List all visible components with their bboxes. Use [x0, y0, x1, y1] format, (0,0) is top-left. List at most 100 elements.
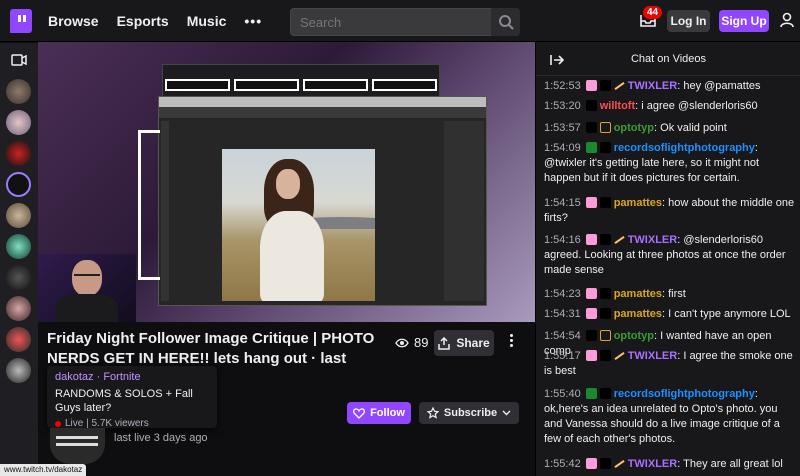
subscribe-button[interactable]: Subscribe	[419, 402, 519, 424]
chat-message: 1:54:31 pamattes: I can't type anymore LO…	[544, 307, 796, 322]
channel-avatar[interactable]	[50, 428, 105, 464]
view-count: 89	[395, 335, 428, 350]
share-button[interactable]: Share	[434, 330, 494, 356]
chat-username[interactable]: optotyp	[614, 330, 654, 342]
chat-timestamp[interactable]: 1:54:31	[544, 308, 581, 320]
star-icon	[426, 407, 439, 419]
drop-badge-icon[interactable]	[599, 288, 611, 299]
drop-badge-icon[interactable]	[599, 388, 611, 399]
user-menu-button[interactable]	[780, 12, 794, 33]
heart-badge-icon[interactable]	[585, 234, 597, 245]
more-menu-icon[interactable]: •••	[244, 13, 262, 29]
signup-button[interactable]: Sign Up	[719, 10, 769, 32]
more-options-icon[interactable]	[510, 334, 514, 349]
chat-timestamp[interactable]: 1:55:40	[544, 388, 581, 400]
popup-channel-name[interactable]: dakotaz	[55, 371, 94, 383]
nav-music[interactable]: Music	[187, 13, 227, 29]
popup-game[interactable]: Fortnite	[103, 371, 140, 383]
sub-badge-icon[interactable]	[599, 122, 611, 133]
chat-message: 1:55:42 TWIXLER: They are all great lol	[544, 457, 796, 472]
chat-title: Chat on Videos	[630, 53, 707, 65]
chat-username[interactable]: pamattes	[614, 197, 662, 209]
share-label: Share	[456, 336, 490, 350]
green-badge-icon[interactable]	[585, 388, 597, 399]
green-badge-icon[interactable]	[585, 142, 597, 153]
channel-avatar-5[interactable]	[6, 203, 31, 228]
live-channel-tooltip[interactable]: dakotaz · Fortnite RANDOMS & SOLOS + Fal…	[47, 366, 217, 429]
search-button[interactable]	[491, 8, 520, 36]
streamer-webcam	[38, 254, 136, 322]
chat-username[interactable]: pamattes	[614, 308, 662, 320]
video-player[interactable]	[38, 42, 535, 322]
heart-badge-icon[interactable]	[585, 80, 597, 91]
chat-message: 1:54:09 recordsoflightphotography: @twixl…	[544, 141, 796, 186]
wand-badge-icon[interactable]	[614, 234, 625, 245]
chat-timestamp[interactable]: 1:54:15	[544, 197, 581, 209]
channel-avatar-4[interactable]	[6, 172, 31, 197]
chat-timestamp[interactable]: 1:54:54	[544, 330, 581, 342]
nav-browse[interactable]: Browse	[48, 13, 99, 29]
chat-timestamp[interactable]: 1:52:53	[544, 80, 581, 92]
chat-message-text: I can't type anymore LOL	[668, 308, 791, 320]
channel-avatar-1[interactable]	[6, 79, 31, 104]
login-button[interactable]: Log In	[667, 10, 710, 32]
drop-badge-icon[interactable]	[599, 350, 611, 361]
chat-username[interactable]: recordsoflightphotography	[614, 388, 755, 400]
chat-username[interactable]: TWIXLER	[628, 458, 678, 470]
chat-timestamp[interactable]: 1:54:16	[544, 234, 581, 246]
chat-timestamp[interactable]: 1:53:57	[544, 122, 581, 134]
chat-message-text: first	[668, 288, 686, 300]
collapse-chat-button[interactable]	[550, 53, 565, 71]
sub-badge-icon[interactable]	[599, 330, 611, 341]
chat-username[interactable]: TWIXLER	[628, 234, 678, 246]
drop-badge-icon[interactable]	[599, 80, 611, 91]
wand-badge-icon[interactable]	[614, 350, 625, 361]
chat-username[interactable]: optotyp	[614, 122, 654, 134]
chat-username[interactable]: recordsoflightphotography	[614, 142, 755, 154]
drop-badge-icon[interactable]	[599, 142, 611, 153]
follow-button[interactable]: Follow	[347, 402, 411, 424]
channel-avatar-2[interactable]	[6, 110, 31, 135]
chat-message-text: ok,here's an idea unrelated to Opto's ph…	[544, 403, 780, 445]
channel-avatar-10[interactable]	[6, 358, 31, 383]
drop-badge-icon[interactable]	[585, 330, 597, 341]
drop-badge-icon[interactable]	[599, 308, 611, 319]
heart-badge-icon[interactable]	[585, 350, 597, 361]
chat-username[interactable]: pamattes	[614, 288, 662, 300]
wand-badge-icon[interactable]	[614, 80, 625, 91]
last-live-text: last live 3 days ago	[114, 432, 208, 444]
chat-timestamp[interactable]: 1:55:42	[544, 458, 581, 470]
channel-avatar-3[interactable]	[6, 141, 31, 166]
channel-avatar-9[interactable]	[6, 327, 31, 352]
channel-avatar-6[interactable]	[6, 234, 31, 259]
chat-username[interactable]: TWIXLER	[628, 80, 678, 92]
channel-avatar-7[interactable]	[6, 265, 31, 290]
chat-timestamp[interactable]: 1:54:23	[544, 288, 581, 300]
twitch-logo-icon[interactable]	[10, 8, 32, 33]
drop-badge-icon[interactable]	[599, 458, 611, 469]
chat-timestamp[interactable]: 1:53:20	[544, 100, 581, 112]
drop-badge-icon[interactable]	[585, 100, 597, 111]
chat-message-text: hey @pamattes	[683, 80, 761, 92]
drop-badge-icon[interactable]	[599, 197, 611, 208]
heart-badge-icon[interactable]	[585, 197, 597, 208]
chat-timestamp[interactable]: 1:54:09	[544, 142, 581, 154]
wand-badge-icon[interactable]	[614, 458, 625, 469]
nav-esports[interactable]: Esports	[117, 13, 169, 29]
chat-timestamp[interactable]: 1:55:17	[544, 350, 581, 362]
drop-badge-icon[interactable]	[585, 122, 597, 133]
heart-badge-icon[interactable]	[585, 288, 597, 299]
chat-message: 1:53:57 optotyp: Ok valid point	[544, 121, 796, 136]
heart-badge-icon[interactable]	[585, 308, 597, 319]
notification-badge: 44	[643, 6, 663, 19]
followed-channels-button[interactable]	[11, 53, 27, 71]
critique-photo	[222, 149, 375, 301]
drop-badge-icon[interactable]	[599, 234, 611, 245]
search-input[interactable]	[290, 8, 491, 36]
chat-username[interactable]: TWIXLER	[628, 350, 678, 362]
chat-message-text: @twixler it's getting late here, so it m…	[544, 157, 760, 184]
chat-username[interactable]: willtoft	[600, 100, 635, 112]
heart-badge-icon[interactable]	[585, 458, 597, 469]
eye-icon	[395, 338, 409, 347]
channel-avatar-8[interactable]	[6, 296, 31, 321]
